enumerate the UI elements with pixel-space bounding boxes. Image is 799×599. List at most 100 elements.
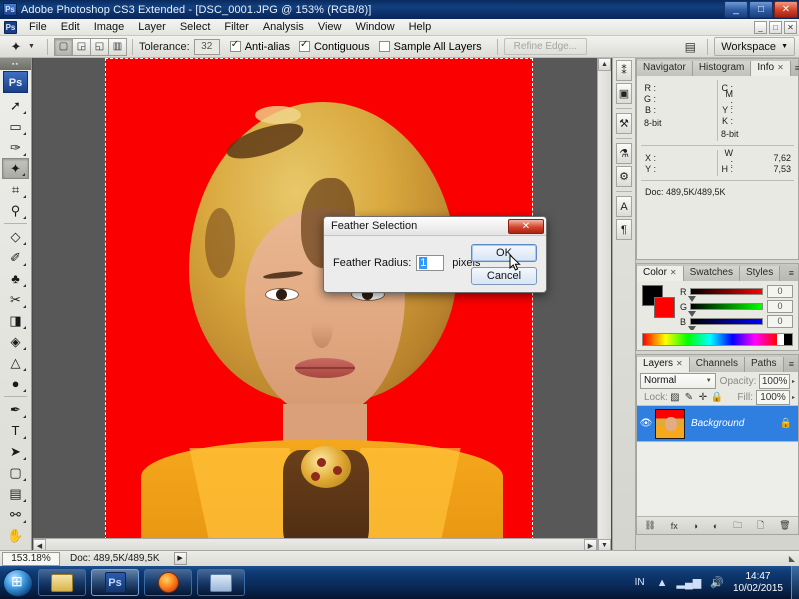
lock-image-icon[interactable]: ✎	[682, 392, 696, 403]
anti-alias-checkbox[interactable]	[229, 39, 241, 52]
layer-mask-button[interactable]: ◑	[693, 521, 698, 531]
gradient-tool[interactable]: ◈	[2, 331, 29, 352]
ok-button[interactable]: OK	[471, 244, 537, 262]
status-resize-grip[interactable]: ◣	[789, 554, 795, 563]
feather-radius-input[interactable]: 1	[416, 255, 445, 271]
menu-item-filter[interactable]: Filter	[217, 20, 255, 34]
network-icon[interactable]: ▂▄▆	[677, 576, 702, 589]
menu-item-help[interactable]: Help	[402, 20, 439, 34]
clone-source-panel-button[interactable]: ▣	[616, 83, 632, 104]
subtract-from-selection-button[interactable]: ◱	[89, 37, 109, 56]
bridge-icon[interactable]: ▤	[679, 38, 701, 56]
tab-histogram[interactable]: Histogram	[692, 61, 752, 76]
character-panel-button[interactable]: A	[616, 196, 632, 217]
taskbar-misc-app[interactable]	[197, 569, 245, 596]
eraser-tool[interactable]: ◨	[2, 310, 29, 331]
delete-layer-button[interactable]: 🗑	[779, 520, 790, 531]
blue-value-input[interactable]: 0	[767, 315, 793, 328]
taskbar-explorer[interactable]	[38, 569, 86, 596]
close-icon[interactable]: ✕	[676, 359, 683, 368]
new-layer-button[interactable]: 🗋	[757, 518, 764, 534]
panel-menu-icon[interactable]: ≡	[785, 357, 798, 372]
red-slider-track[interactable]	[688, 288, 763, 302]
dialog-close-button[interactable]: ✕	[508, 218, 544, 234]
tab-swatches[interactable]: Swatches	[683, 266, 740, 281]
fill-input[interactable]: 100%	[755, 390, 790, 405]
green-value-input[interactable]: 0	[767, 300, 793, 313]
color-spectrum-ramp[interactable]	[642, 333, 793, 346]
adjustment-layer-button[interactable]: ◐	[713, 521, 718, 531]
panel-menu-icon[interactable]: ≡	[785, 266, 798, 281]
tab-navigator[interactable]: Navigator	[637, 61, 693, 76]
zoom-level-input[interactable]: 153.18%	[2, 551, 60, 566]
menu-item-layer[interactable]: Layer	[131, 20, 173, 34]
red-value-input[interactable]: 0	[767, 285, 793, 298]
menu-item-analysis[interactable]: Analysis	[256, 20, 311, 34]
cancel-button[interactable]: Cancel	[471, 267, 537, 285]
fill-stepper-icon[interactable]: ▸	[792, 394, 795, 401]
opacity-stepper-icon[interactable]: ▸	[792, 378, 795, 385]
menu-item-edit[interactable]: Edit	[54, 20, 87, 34]
doc-minimize-button[interactable]: _	[754, 20, 767, 34]
doc-restore-button[interactable]: □	[769, 20, 782, 34]
notes-tool[interactable]: ▤	[2, 483, 29, 504]
rectangle-shape-tool[interactable]: ▢	[2, 462, 29, 483]
menu-item-select[interactable]: Select	[173, 20, 218, 34]
document-image[interactable]	[105, 58, 533, 552]
anti-alias-checkbox-wrap[interactable]: Anti-alias	[229, 39, 290, 53]
link-layers-button[interactable]: ⛓	[644, 520, 655, 531]
blur-tool[interactable]: △	[2, 352, 29, 373]
menu-item-window[interactable]: Window	[348, 20, 401, 34]
tab-styles[interactable]: Styles	[739, 266, 781, 281]
toolbox-grip[interactable]: ▪▪	[0, 58, 31, 70]
layer-row-background[interactable]: 👁 Background 🔒	[637, 406, 798, 442]
volume-icon[interactable]: 🔊	[710, 576, 724, 589]
add-to-selection-button[interactable]: ◲	[71, 37, 91, 56]
color-background-swatch[interactable]	[654, 297, 675, 318]
sample-all-layers-checkbox[interactable]	[378, 41, 390, 52]
type-tool[interactable]: T	[2, 420, 29, 441]
contiguous-checkbox[interactable]	[298, 39, 310, 52]
vertical-scrollbar[interactable]: ▲ ▼	[597, 58, 611, 552]
close-icon[interactable]: ✕	[777, 63, 784, 72]
rectangular-marquee-tool[interactable]: ▭	[2, 116, 29, 137]
lasso-tool[interactable]: ✑	[2, 137, 29, 158]
taskbar-photoshop[interactable]: Ps	[91, 569, 139, 596]
workspace-button[interactable]: Workspace ▼	[714, 37, 795, 56]
tool-presets-panel-button[interactable]: ⚒	[616, 113, 632, 134]
show-hidden-icons[interactable]: ▲	[657, 577, 668, 589]
clock[interactable]: 14:47 10/02/2015	[733, 571, 783, 595]
blend-mode-select[interactable]: Normal ▼	[640, 373, 716, 389]
move-tool[interactable]: ➚	[2, 95, 29, 116]
history-brush-tool[interactable]: ✂	[2, 289, 29, 310]
tab-info[interactable]: Info ✕	[751, 61, 791, 76]
tolerance-input[interactable]: 32	[193, 38, 220, 55]
magic-wand-tool[interactable]: ✦	[2, 158, 29, 179]
healing-brush-tool[interactable]: ◇	[2, 226, 29, 247]
minimize-button[interactable]: _	[724, 1, 748, 18]
menu-item-image[interactable]: Image	[87, 20, 132, 34]
scroll-up-arrow-icon[interactable]: ▲	[598, 58, 611, 71]
doc-close-button[interactable]: ✕	[784, 20, 797, 34]
sample-all-layers-checkbox-wrap[interactable]: Sample All Layers	[378, 41, 482, 53]
status-expand-button[interactable]: ▶	[173, 552, 187, 565]
tab-color[interactable]: Color ✕	[637, 266, 684, 281]
tool-preset-chevron-down-icon[interactable]: ▼	[28, 43, 35, 50]
paragraph-panel-button[interactable]: ¶	[616, 219, 632, 240]
close-icon[interactable]: ✕	[670, 268, 677, 277]
maximize-button[interactable]: □	[749, 1, 773, 18]
canvas-area[interactable]	[33, 58, 597, 552]
magic-wand-icon[interactable]: ✦	[6, 38, 26, 56]
color-sampler-tool[interactable]: ⚯	[2, 504, 29, 525]
lock-transparency-icon[interactable]: ▨	[668, 392, 682, 403]
hand-tool[interactable]: ✋	[2, 525, 29, 546]
panel-menu-icon[interactable]: ≡	[791, 61, 799, 76]
close-button[interactable]: ✕	[774, 1, 798, 18]
layer-thumbnail[interactable]	[655, 408, 685, 439]
green-slider-track[interactable]	[688, 303, 763, 317]
menu-item-view[interactable]: View	[311, 20, 349, 34]
taskbar-firefox[interactable]	[144, 569, 192, 596]
animation-panel-button[interactable]: ⚙	[616, 166, 632, 187]
blue-slider-track[interactable]	[688, 318, 763, 330]
brush-tool[interactable]: ✐	[2, 247, 29, 268]
